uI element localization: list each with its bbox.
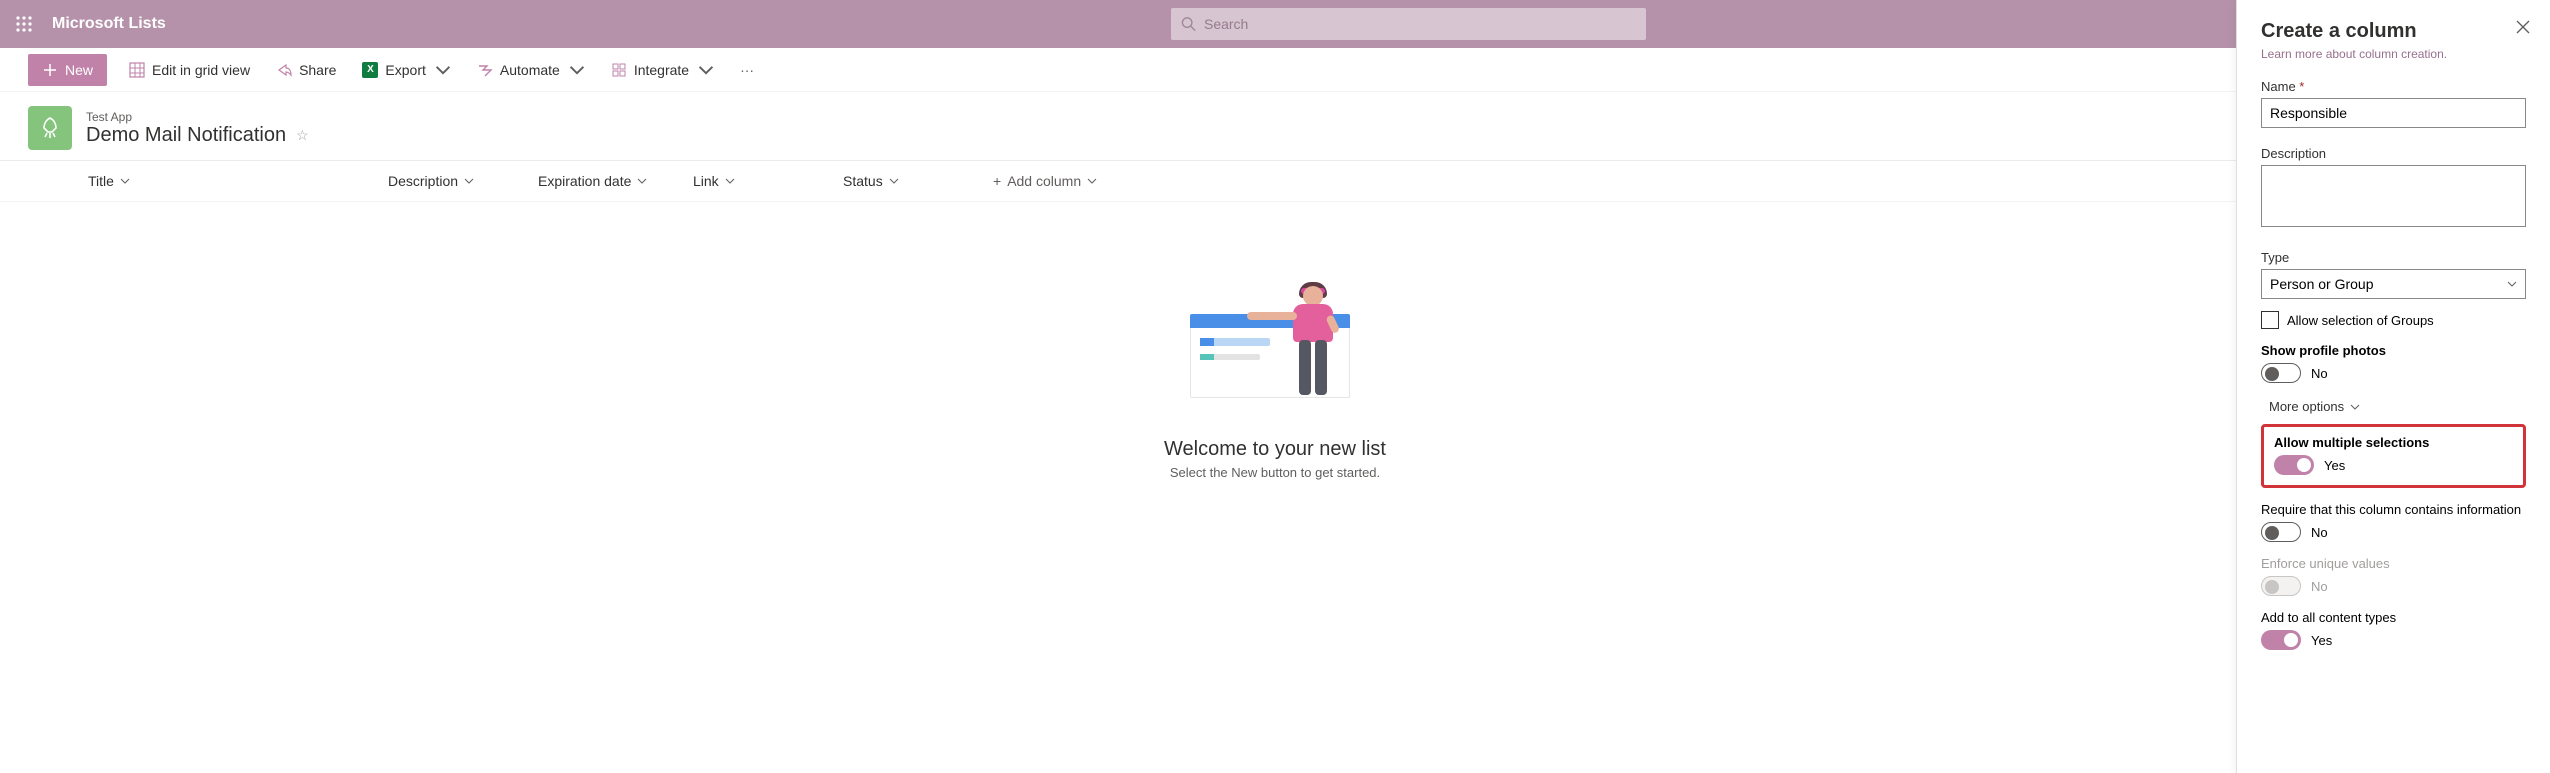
chevron-down-icon	[569, 62, 585, 78]
chevron-down-icon	[435, 62, 451, 78]
name-label: Name	[2261, 79, 2526, 94]
new-label: New	[65, 62, 93, 78]
waffle-icon	[16, 16, 32, 32]
empty-illustration	[1190, 282, 1360, 422]
add-column-label: Add column	[1007, 173, 1081, 189]
type-label: Type	[2261, 250, 2526, 265]
empty-state: Welcome to your new list Select the New …	[0, 282, 2550, 480]
require-value: No	[2311, 525, 2328, 540]
favorite-star[interactable]: ☆	[296, 127, 309, 144]
share-label: Share	[299, 62, 336, 78]
col-status-label: Status	[843, 173, 883, 189]
all-ct-toggle[interactable]	[2261, 630, 2301, 650]
show-photos-label: Show profile photos	[2261, 343, 2526, 358]
description-input[interactable]	[2261, 165, 2526, 227]
name-input[interactable]	[2261, 98, 2526, 128]
col-title-label: Title	[88, 173, 114, 189]
automate-label: Automate	[500, 62, 560, 78]
app-launcher[interactable]	[0, 0, 48, 48]
close-button[interactable]	[2516, 20, 2530, 39]
search-box[interactable]	[1171, 8, 1646, 40]
close-icon	[2516, 20, 2530, 34]
more-options-label: More options	[2269, 399, 2344, 414]
chevron-down-icon	[889, 176, 899, 186]
column-header-expiration[interactable]: Expiration date	[538, 173, 693, 189]
column-header-description[interactable]: Description	[388, 173, 538, 189]
unique-value: No	[2311, 579, 2328, 594]
all-ct-value: Yes	[2311, 633, 2332, 648]
chevron-down-icon	[2350, 402, 2360, 412]
share-button[interactable]: Share	[272, 54, 340, 86]
chevron-down-icon	[1087, 176, 1097, 186]
empty-sub: Select the New button to get started.	[0, 465, 2550, 480]
list-title: Demo Mail Notification	[86, 124, 286, 147]
chevron-down-icon	[725, 176, 735, 186]
description-label: Description	[2261, 146, 2526, 161]
create-column-panel: Create a column Learn more about column …	[2236, 0, 2550, 773]
all-ct-label: Add to all content types	[2261, 610, 2526, 625]
export-button[interactable]: X Export	[358, 54, 454, 86]
allow-multi-label: Allow multiple selections	[2274, 435, 2513, 450]
type-select[interactable]: Person or Group	[2261, 269, 2526, 299]
column-header-status[interactable]: Status	[843, 173, 993, 189]
export-label: Export	[385, 62, 425, 78]
list-icon	[28, 106, 72, 150]
empty-heading: Welcome to your new list	[0, 438, 2550, 461]
command-bar: New Edit in grid view Share X Export Aut…	[0, 48, 2550, 92]
rocket-icon	[38, 116, 62, 140]
require-label: Require that this column contains inform…	[2261, 502, 2526, 517]
chevron-down-icon	[2507, 279, 2517, 289]
more-options-toggle[interactable]: More options	[2261, 399, 2526, 414]
more-icon: ···	[740, 62, 754, 78]
grid-label: Edit in grid view	[152, 62, 250, 78]
share-icon	[276, 62, 292, 78]
chevron-down-icon	[120, 176, 130, 186]
flow-icon	[477, 62, 493, 78]
show-photos-toggle[interactable]	[2261, 363, 2301, 383]
require-toggle[interactable]	[2261, 522, 2301, 542]
add-column-button[interactable]: + Add column	[993, 173, 1097, 189]
search-icon	[1181, 16, 1196, 32]
grid-icon	[129, 62, 145, 78]
col-exp-label: Expiration date	[538, 173, 631, 189]
new-button[interactable]: New	[28, 54, 107, 86]
allow-multi-value: Yes	[2324, 458, 2345, 473]
column-header-link[interactable]: Link	[693, 173, 843, 189]
chevron-down-icon	[464, 176, 474, 186]
edit-grid-button[interactable]: Edit in grid view	[125, 54, 254, 86]
unique-toggle	[2261, 576, 2301, 596]
unique-label: Enforce unique values	[2261, 556, 2526, 571]
column-header-title[interactable]: Title	[88, 173, 388, 189]
plus-icon	[42, 62, 58, 78]
excel-icon: X	[362, 62, 378, 78]
allow-groups-checkbox[interactable]	[2261, 311, 2279, 329]
chevron-down-icon	[637, 176, 647, 186]
col-desc-label: Description	[388, 173, 458, 189]
chevron-down-icon	[698, 62, 714, 78]
automate-button[interactable]: Automate	[473, 54, 589, 86]
integrate-icon	[611, 62, 627, 78]
integrate-button[interactable]: Integrate	[607, 54, 718, 86]
integrate-label: Integrate	[634, 62, 689, 78]
allow-multiple-highlight: Allow multiple selections Yes	[2261, 424, 2526, 488]
overflow-button[interactable]: ···	[736, 54, 758, 86]
plus-icon: +	[993, 173, 1001, 189]
search-input[interactable]	[1204, 16, 1636, 32]
learn-more-link[interactable]: Learn more about column creation.	[2261, 47, 2526, 61]
type-value: Person or Group	[2270, 276, 2374, 292]
show-photos-value: No	[2311, 366, 2328, 381]
allow-multi-toggle[interactable]	[2274, 455, 2314, 475]
allow-groups-label: Allow selection of Groups	[2287, 313, 2434, 328]
panel-title: Create a column	[2261, 20, 2526, 43]
app-name: Microsoft Lists	[52, 15, 166, 33]
col-link-label: Link	[693, 173, 719, 189]
app-label[interactable]: Test App	[86, 110, 309, 124]
